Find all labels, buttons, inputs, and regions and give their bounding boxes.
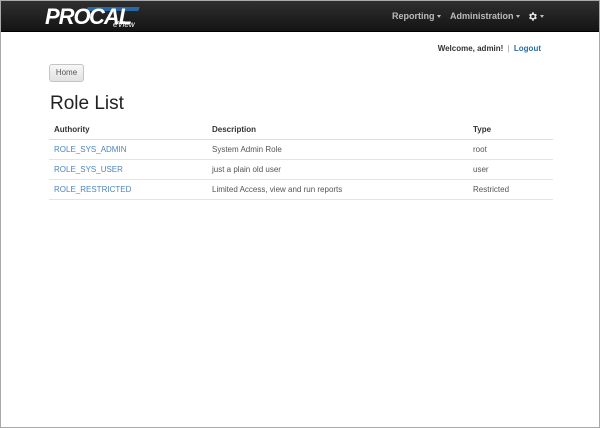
welcome-text: Welcome, admin!	[437, 44, 504, 53]
role-type: Restricted	[468, 179, 553, 200]
nav-administration-label: Administration	[450, 11, 514, 21]
welcome-bar: Welcome, admin! | Logout	[438, 44, 541, 53]
logout-link[interactable]: Logout	[514, 44, 541, 53]
app-window: PRO CAL eView Reporting Administration W…	[0, 0, 600, 428]
column-header-type[interactable]: Type	[468, 121, 553, 140]
logo-pro-text: PRO	[45, 4, 91, 29]
table-row: ROLE_SYS_USER just a plain old user user	[49, 159, 553, 180]
role-description: just a plain old user	[207, 159, 468, 180]
nav-reporting-label: Reporting	[392, 11, 435, 21]
nav-administration-menu[interactable]: Administration	[450, 1, 520, 32]
role-type: root	[468, 139, 553, 160]
nav-reporting-menu[interactable]: Reporting	[392, 1, 441, 32]
gear-icon	[529, 12, 537, 21]
brand-logo[interactable]: PRO CAL eView	[41, 1, 151, 32]
nav-settings-menu[interactable]	[527, 1, 544, 32]
page-title: Role List	[50, 93, 124, 114]
top-navbar: PRO CAL eView Reporting Administration	[1, 1, 599, 32]
column-header-authority[interactable]: Authority	[49, 121, 207, 140]
role-type: user	[468, 159, 553, 180]
caret-down-icon	[515, 15, 520, 19]
role-description: Limited Access, view and run reports	[207, 179, 468, 200]
role-description: System Admin Role	[207, 139, 468, 160]
table-row: ROLE_SYS_ADMIN System Admin Role root	[49, 139, 553, 160]
table-row: ROLE_RESTRICTED Limited Access, view and…	[49, 179, 553, 200]
role-table: Authority Description Type ROLE_SYS_ADMI…	[49, 121, 553, 200]
role-authority-link[interactable]: ROLE_SYS_ADMIN	[49, 139, 207, 160]
column-header-description[interactable]: Description	[207, 121, 468, 140]
logo-eview-text: eView	[113, 20, 135, 29]
role-authority-link[interactable]: ROLE_SYS_USER	[49, 159, 207, 180]
welcome-separator: |	[507, 44, 510, 53]
breadcrumb-home-button[interactable]: Home	[49, 64, 84, 82]
caret-down-icon	[540, 15, 544, 19]
table-header-row: Authority Description Type	[49, 121, 553, 140]
caret-down-icon	[436, 15, 441, 19]
role-authority-link[interactable]: ROLE_RESTRICTED	[49, 179, 207, 200]
